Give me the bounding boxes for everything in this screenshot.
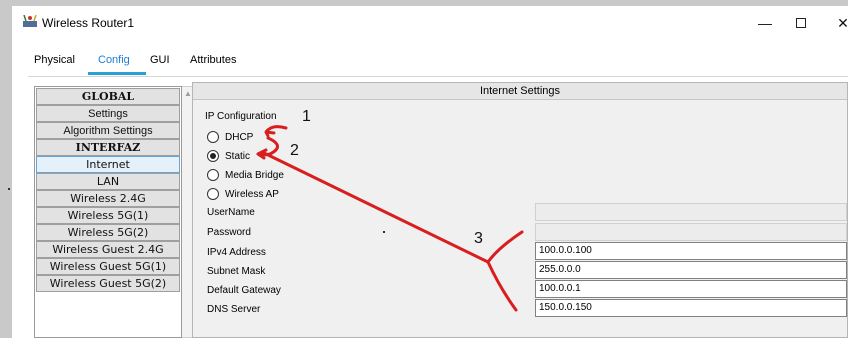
maximize-button[interactable] bbox=[786, 12, 816, 34]
close-icon: ✕ bbox=[837, 15, 848, 31]
ip-configuration-label: IP Configuration bbox=[205, 111, 277, 122]
tab-physical[interactable]: Physical bbox=[34, 54, 75, 66]
radio-wireless-ap-label: Wireless AP bbox=[225, 188, 279, 200]
annotation-step-1: 1 bbox=[302, 108, 311, 125]
minimize-button[interactable]: — bbox=[750, 12, 780, 34]
screen-border-left bbox=[0, 0, 12, 338]
minimize-icon: — bbox=[758, 15, 772, 31]
sidebar-item-algorithm-settings[interactable]: Algorithm Settings bbox=[36, 122, 180, 139]
sidebar-item-settings[interactable]: Settings bbox=[36, 105, 180, 122]
annotation-step-2: 2 bbox=[290, 142, 299, 159]
radio-wireless-ap[interactable]: Wireless AP bbox=[207, 188, 279, 204]
default-gateway-field[interactable]: 100.0.0.1 bbox=[535, 280, 847, 298]
stray-dot bbox=[8, 188, 10, 190]
sidebar-header-interfaz: INTERFAZ bbox=[36, 139, 180, 156]
radio-dhcp-circle[interactable] bbox=[207, 131, 219, 143]
config-sidebar: GLOBAL Settings Algorithm Settings INTER… bbox=[34, 86, 182, 338]
password-field bbox=[535, 223, 847, 241]
sidebar-item-wireless-2-4g[interactable]: Wireless 2.4G bbox=[36, 190, 180, 207]
active-tab-indicator bbox=[88, 72, 146, 75]
internet-settings-panel: Internet Settings IP Configuration DHCP … bbox=[192, 82, 848, 338]
radio-static[interactable]: Static bbox=[207, 150, 250, 166]
window-title: Wireless Router1 bbox=[42, 16, 135, 30]
radio-media-bridge[interactable]: Media Bridge bbox=[207, 169, 284, 185]
stray-dot-2 bbox=[383, 231, 385, 233]
radio-wireless-ap-circle[interactable] bbox=[207, 188, 219, 200]
sidebar-item-wireless-guest-5g-2[interactable]: Wireless Guest 5G(2) bbox=[36, 275, 180, 292]
sidebar-item-wireless-5g-2[interactable]: Wireless 5G(2) bbox=[36, 224, 180, 241]
radio-static-label: Static bbox=[225, 150, 251, 162]
tab-divider bbox=[28, 76, 848, 77]
username-label: UserName bbox=[207, 207, 255, 218]
ipv4-address-field[interactable]: 100.0.0.100 bbox=[535, 242, 847, 260]
close-button[interactable]: ✕ bbox=[828, 12, 848, 34]
sidebar-item-wireless-guest-2-4g[interactable]: Wireless Guest 2.4G bbox=[36, 241, 180, 258]
section-title: Internet Settings bbox=[193, 83, 847, 100]
dns-server-label: DNS Server bbox=[207, 304, 261, 315]
annotation-step-3: 3 bbox=[474, 230, 483, 247]
radio-dhcp-label: DHCP bbox=[225, 131, 254, 143]
subnet-mask-field[interactable]: 255.0.0.0 bbox=[535, 261, 847, 279]
subnet-mask-label: Subnet Mask bbox=[207, 266, 266, 277]
router-window: Wireless Router1 — ✕ Physical Config GUI… bbox=[12, 6, 848, 338]
scroll-up-icon[interactable]: ▲ bbox=[184, 89, 192, 98]
radio-static-circle[interactable] bbox=[207, 150, 219, 162]
sidebar-item-wireless-5g-1[interactable]: Wireless 5G(1) bbox=[36, 207, 180, 224]
sidebar-item-internet[interactable]: Internet bbox=[36, 156, 180, 173]
sidebar-item-wireless-guest-5g-1[interactable]: Wireless Guest 5G(1) bbox=[36, 258, 180, 275]
ipv4-address-label: IPv4 Address bbox=[207, 247, 266, 258]
tab-config[interactable]: Config bbox=[98, 54, 130, 66]
screen: Wireless Router1 — ✕ Physical Config GUI… bbox=[0, 0, 848, 338]
router-app-icon bbox=[23, 15, 37, 27]
sidebar-item-lan[interactable]: LAN bbox=[36, 173, 180, 190]
default-gateway-label: Default Gateway bbox=[207, 285, 281, 296]
tab-gui[interactable]: GUI bbox=[150, 54, 170, 66]
radio-dhcp[interactable]: DHCP bbox=[207, 131, 253, 147]
settings-content: IP Configuration DHCP Static Media Bridg… bbox=[205, 107, 847, 335]
maximize-icon bbox=[796, 18, 806, 28]
password-label: Password bbox=[207, 227, 251, 238]
sidebar-header-global: GLOBAL bbox=[36, 88, 180, 105]
username-field bbox=[535, 203, 847, 221]
tab-attributes[interactable]: Attributes bbox=[190, 54, 236, 66]
radio-media-bridge-circle[interactable] bbox=[207, 169, 219, 181]
dns-server-field[interactable]: 150.0.0.150 bbox=[535, 299, 847, 317]
title-bar: Wireless Router1 — ✕ bbox=[12, 6, 848, 38]
radio-media-bridge-label: Media Bridge bbox=[225, 169, 284, 181]
